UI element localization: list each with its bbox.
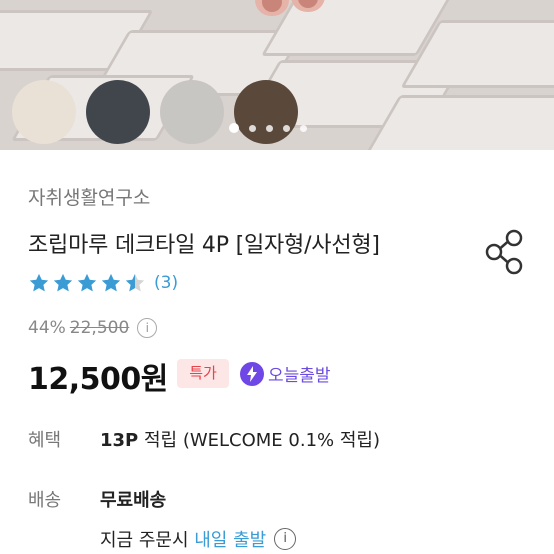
star-half-icon [125,273,145,292]
share-icon[interactable] [484,228,526,276]
order-dispatch-row: 지금 주문시 내일 출발 i [100,526,297,552]
carousel-dot[interactable] [283,125,290,132]
carousel-dots [229,117,317,136]
special-deal-badge: 특가 [177,359,229,388]
shipping-label: 배송 [28,490,62,511]
benefit-points: 13P [100,430,139,451]
discount-rate: 44% [28,318,66,338]
carousel-dot[interactable] [249,125,256,132]
order-highlight: 내일 출발 [194,530,267,551]
shipping-value: 무료배송 [100,490,167,511]
color-swatch-charcoal[interactable] [86,80,150,144]
info-icon[interactable]: i [137,318,158,338]
product-image[interactable] [0,0,554,150]
benefit-label: 혜택 [28,430,62,451]
review-count[interactable]: (3) [154,273,178,293]
original-price: 22,500 [69,318,130,338]
lightning-icon [240,361,264,386]
today-dispatch-badge: 오늘출발 [240,359,331,388]
color-swatch-light-gray[interactable] [160,80,224,144]
rating[interactable]: (3) [28,272,178,294]
order-prefix: 지금 주문시 [100,530,195,551]
carousel-dot[interactable] [266,125,273,132]
info-icon[interactable]: i [274,528,297,550]
sale-price: 12,500원 [28,362,168,397]
star-filled-icon [53,273,73,292]
color-swatch-beige[interactable] [12,80,76,144]
today-dispatch-label: 오늘출발 [268,366,331,386]
product-title: 조립마루 데크타일 4P [일자형/사선형] [28,233,380,258]
star-filled-icon [101,273,121,292]
carousel-dot[interactable] [300,125,307,132]
brand-name[interactable]: 자취생활연구소 [28,183,150,210]
star-filled-icon [77,273,97,292]
benefit-value: 13P 적립 (WELCOME 0.1% 적립) [100,426,380,452]
benefit-text: 적립 (WELCOME 0.1% 적립) [138,430,380,451]
star-filled-icon [29,273,49,292]
carousel-dot-active[interactable] [229,123,239,133]
price-original-row: 44% 22,500 i [28,318,158,338]
